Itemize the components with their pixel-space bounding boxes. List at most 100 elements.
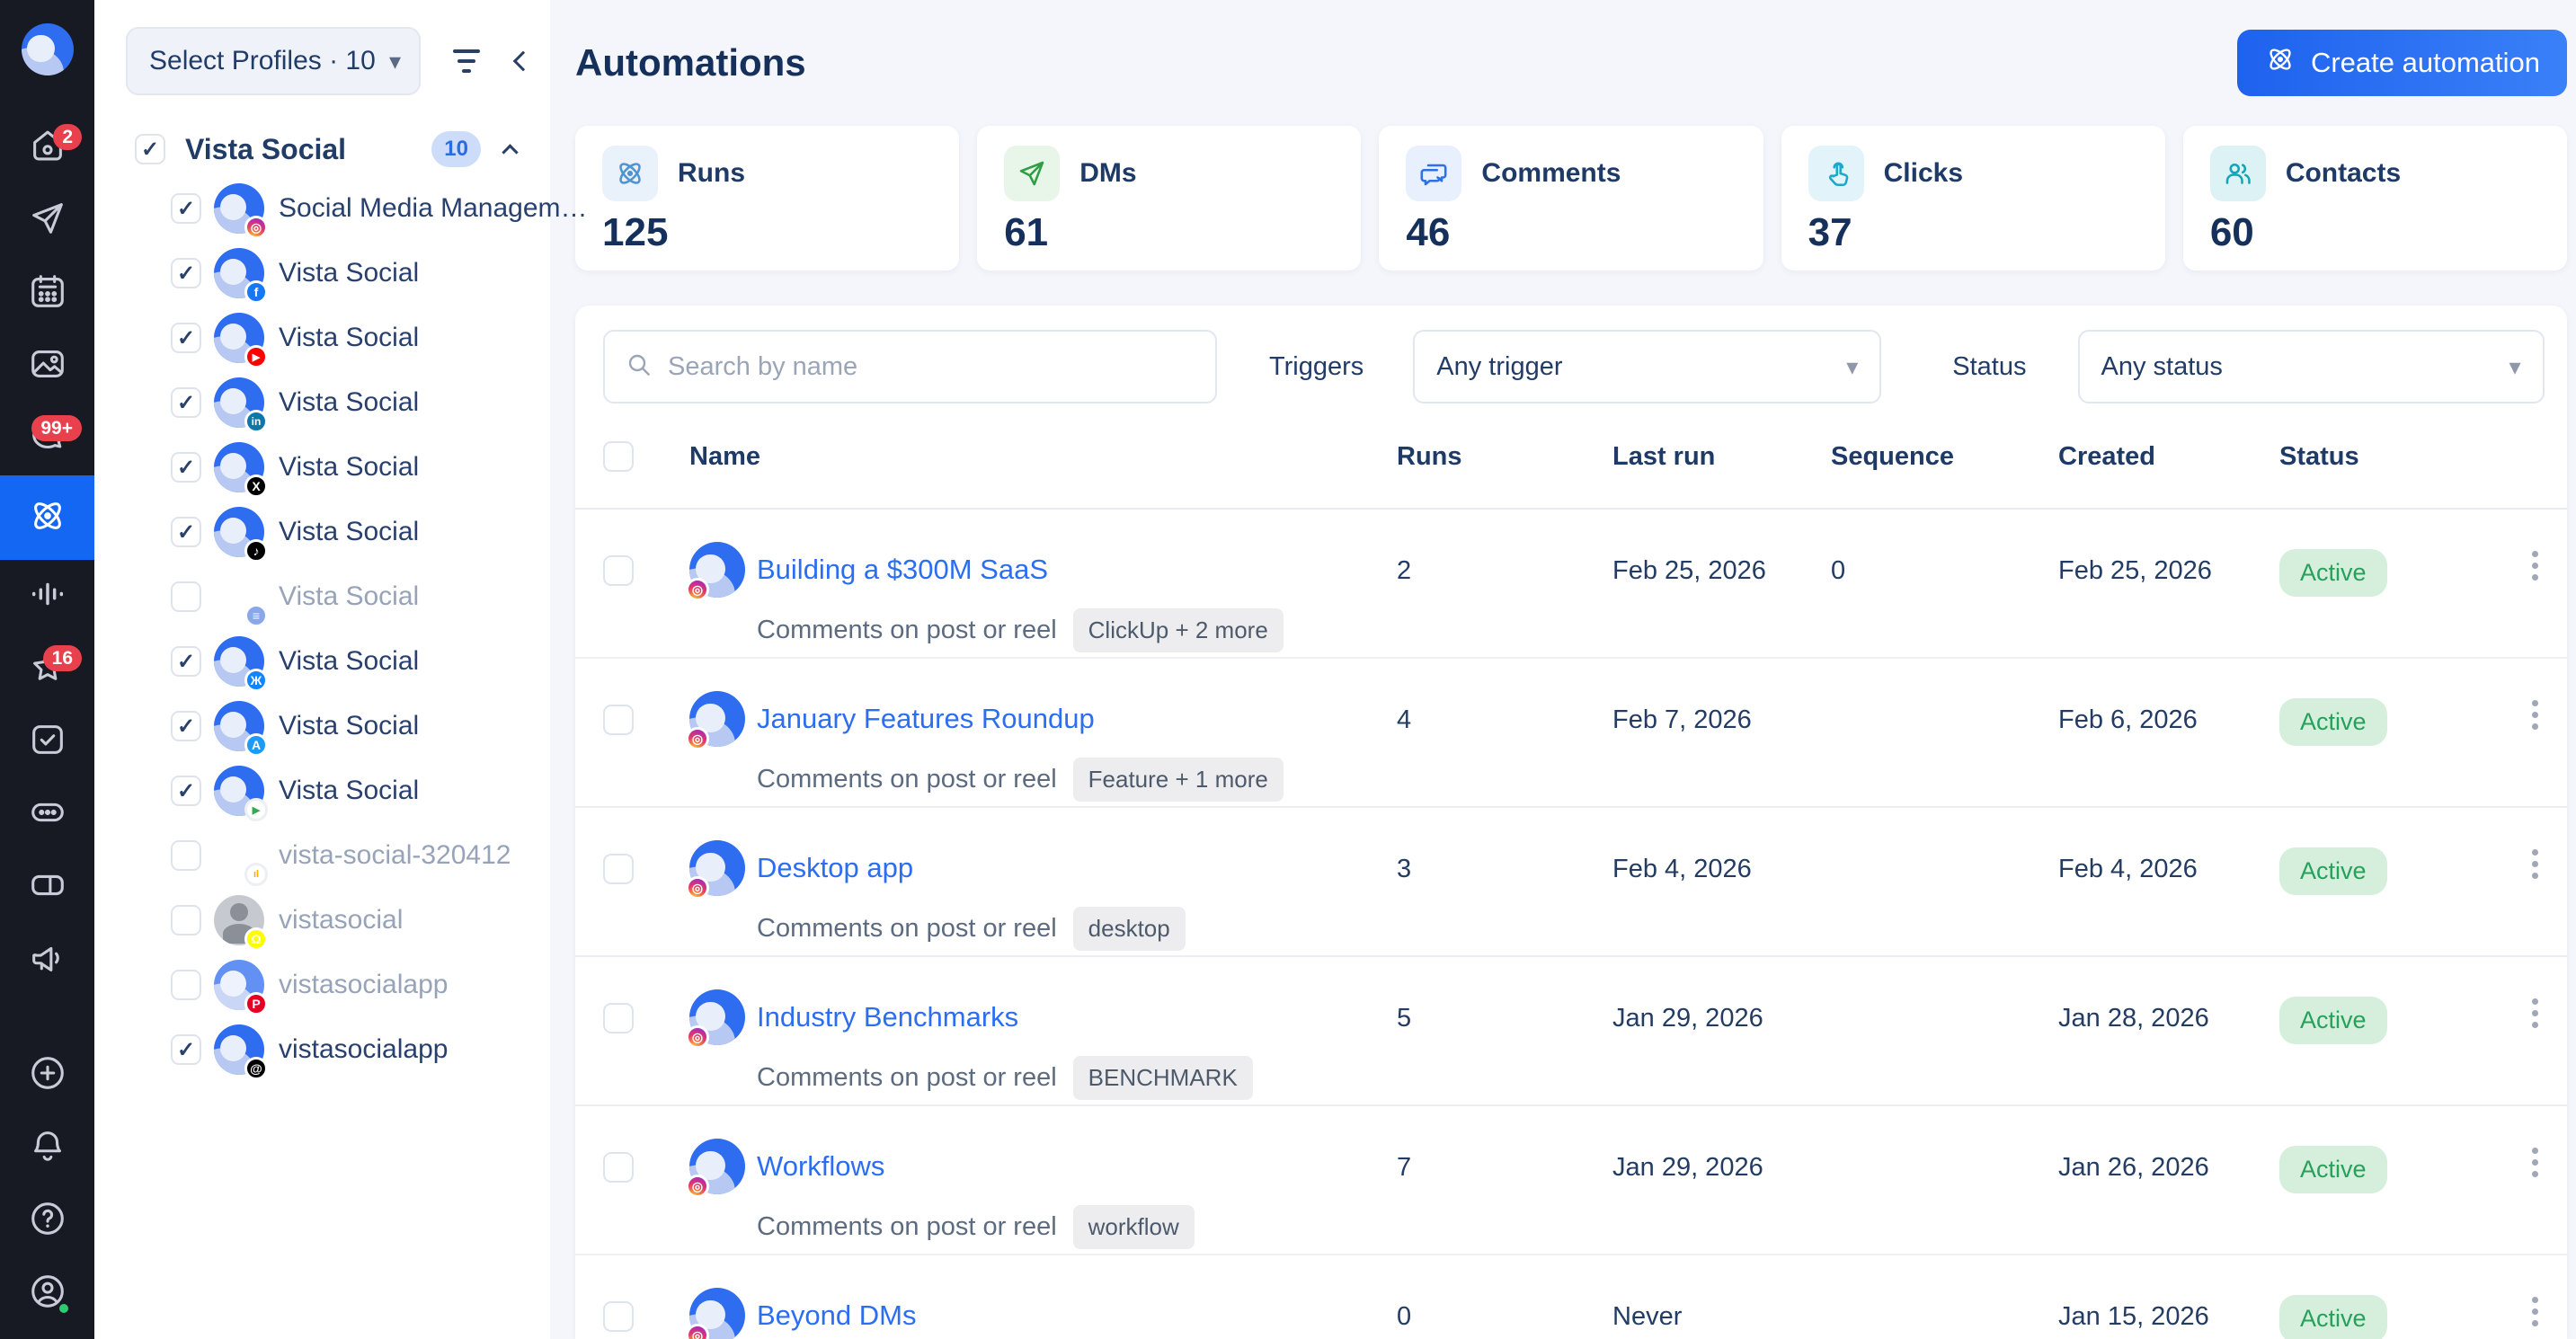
nav-help[interactable] <box>0 1184 94 1257</box>
search-input[interactable] <box>668 352 1195 382</box>
nav-add[interactable] <box>0 1039 94 1112</box>
profile-row[interactable]: ≡ Vista Social <box>94 564 550 629</box>
row-checkbox[interactable] <box>603 1301 634 1332</box>
group-checkbox[interactable] <box>135 134 165 164</box>
trigger-description: Comments on post or reel <box>757 765 1057 794</box>
profile-row[interactable]: ▶ Vista Social <box>94 758 550 823</box>
profile-checkbox[interactable] <box>171 970 201 1000</box>
profile-name: Vista Social <box>279 776 419 806</box>
chevron-down-icon: ▾ <box>1846 353 1858 381</box>
profile-checkbox[interactable] <box>171 387 201 418</box>
row-checkbox[interactable] <box>603 555 634 586</box>
profile-checkbox[interactable] <box>171 452 201 483</box>
nav-media[interactable] <box>0 330 94 403</box>
profile-row[interactable]: ▶ Vista Social <box>94 306 550 370</box>
automation-avatar: ◎ <box>689 691 745 747</box>
profile-row[interactable]: f Vista Social <box>94 241 550 306</box>
trigger-select-value: Any trigger <box>1436 352 1562 382</box>
row-checkbox[interactable] <box>603 705 634 735</box>
filter-icon <box>453 49 480 53</box>
select-all-checkbox[interactable] <box>603 441 634 472</box>
profile-checkbox[interactable] <box>171 323 201 353</box>
nav-link-in-bio[interactable] <box>0 778 94 851</box>
last-run-cell: Jan 29, 2026 <box>1612 957 1831 1104</box>
profile-avatar: ♪ <box>214 507 264 557</box>
sequence-cell: 0 <box>1831 510 2058 657</box>
kebab-menu-icon[interactable] <box>2527 545 2544 586</box>
select-profiles-dropdown[interactable]: Select Profiles · 10 ▾ <box>126 27 421 95</box>
status-label: Status <box>1952 352 2026 382</box>
profile-checkbox[interactable] <box>171 905 201 936</box>
column-header-created: Created <box>2058 442 2279 472</box>
profile-row[interactable]: X Vista Social <box>94 435 550 500</box>
nav-account[interactable] <box>0 1257 94 1330</box>
table-row: ◎ Industry Benchmarks Comments on post o… <box>575 957 2567 1106</box>
nav-notifications[interactable] <box>0 1112 94 1184</box>
nav-tasks[interactable] <box>0 705 94 778</box>
row-checkbox[interactable] <box>603 1003 634 1033</box>
profile-avatar: ıl <box>214 830 264 881</box>
nav-listening[interactable] <box>0 560 94 633</box>
automation-name-link[interactable]: Industry Benchmarks <box>757 1001 1018 1033</box>
trigger-select[interactable]: Any trigger ▾ <box>1413 330 1881 403</box>
stats-row: Runs 125 DMs 61 Comments 46 Clicks 37 <box>575 126 2567 270</box>
profile-checkbox[interactable] <box>171 646 201 677</box>
main-content: Automations Create automation Runs 125 D… <box>550 0 2576 1339</box>
profile-row[interactable]: A Vista Social <box>94 694 550 758</box>
profile-row[interactable]: ♪ Vista Social <box>94 500 550 564</box>
collapse-panel-button[interactable] <box>513 51 534 72</box>
automation-name-link[interactable]: January Features Roundup <box>757 703 1095 735</box>
automation-name-link[interactable]: Beyond DMs <box>757 1299 916 1332</box>
row-checkbox[interactable] <box>603 854 634 884</box>
calendar-icon <box>27 270 68 316</box>
nav-reports[interactable] <box>0 851 94 924</box>
profile-name: Vista Social <box>279 323 419 353</box>
table-body: ◎ Building a $300M SaaS Comments on post… <box>575 510 2567 1339</box>
nav-advocacy[interactable] <box>0 924 94 997</box>
nav-automations-active[interactable] <box>0 475 94 560</box>
network-badge-icon: ◎ <box>244 216 268 239</box>
kebab-menu-icon[interactable] <box>2527 1142 2544 1183</box>
filter-profiles-button[interactable] <box>453 49 480 73</box>
profile-row[interactable]: ıl vista-social-320412 <box>94 823 550 888</box>
row-checkbox[interactable] <box>603 1152 634 1183</box>
bell-icon <box>27 1125 68 1171</box>
nav-inbox[interactable]: 99+ <box>0 403 94 475</box>
status-select[interactable]: Any status ▾ <box>2078 330 2545 403</box>
profile-row[interactable]: ◎ Social Media Managem… <box>94 176 550 241</box>
profile-checkbox[interactable] <box>171 711 201 741</box>
profile-checkbox[interactable] <box>171 840 201 871</box>
stat-label: Runs <box>678 158 745 189</box>
profile-avatar: Ω <box>214 895 264 945</box>
profile-row[interactable]: in Vista Social <box>94 370 550 435</box>
chevron-up-icon[interactable] <box>502 144 518 160</box>
profile-checkbox[interactable] <box>171 581 201 612</box>
profile-checkbox[interactable] <box>171 258 201 288</box>
kebab-menu-icon[interactable] <box>2527 1291 2544 1332</box>
profile-row[interactable]: Ж Vista Social <box>94 629 550 694</box>
chevron-down-icon: ▾ <box>2509 353 2520 381</box>
profile-checkbox[interactable] <box>171 1034 201 1065</box>
kebab-menu-icon[interactable] <box>2527 993 2544 1033</box>
profile-row[interactable]: Ω vistasocial <box>94 888 550 953</box>
kebab-menu-icon[interactable] <box>2527 695 2544 735</box>
nav-publish[interactable] <box>0 184 94 257</box>
status-badge: Active <box>2279 997 2387 1044</box>
automation-name-link[interactable]: Building a $300M SaaS <box>757 554 1048 586</box>
profile-row[interactable]: P vistasocialapp <box>94 953 550 1017</box>
nav-home[interactable]: 2 <box>0 111 94 184</box>
profile-checkbox[interactable] <box>171 193 201 224</box>
automation-name-link[interactable]: Workflows <box>757 1150 884 1183</box>
automation-name-link[interactable]: Desktop app <box>757 852 913 884</box>
table-row: ◎ Beyond DMs 0 Never Jan 15, 2026 Active <box>575 1255 2567 1339</box>
nav-calendar[interactable] <box>0 257 94 330</box>
profile-checkbox[interactable] <box>171 517 201 547</box>
tag-chip: desktop <box>1073 907 1186 951</box>
nav-reviews[interactable]: 16 <box>0 633 94 705</box>
runs-cell: 4 <box>1397 659 1612 806</box>
kebab-menu-icon[interactable] <box>2527 844 2544 884</box>
profile-checkbox[interactable] <box>171 776 201 806</box>
profile-row[interactable]: @ vistasocialapp <box>94 1017 550 1082</box>
create-automation-button[interactable]: Create automation <box>2237 30 2567 96</box>
network-badge-icon: ▶ <box>244 345 268 368</box>
